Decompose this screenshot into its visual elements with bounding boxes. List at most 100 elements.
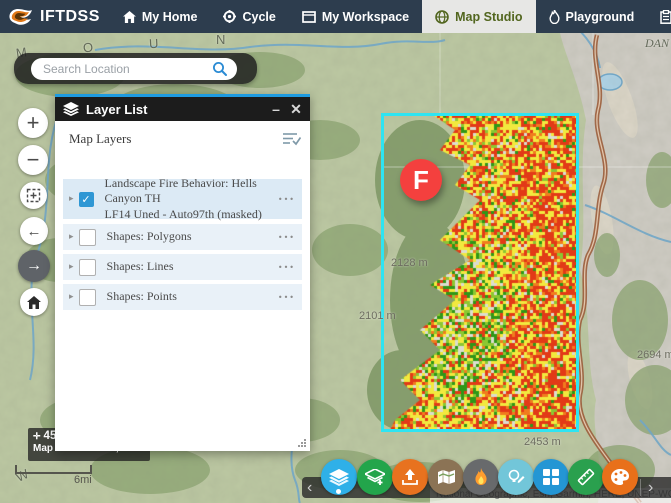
toolbar-collapse-right-icon[interactable]: ›: [648, 477, 653, 498]
nav-item-my-workspace[interactable]: My Workspace: [289, 0, 422, 33]
zoom-in-button[interactable]: +: [18, 108, 48, 138]
iftdss-map-studio: 2128 m 2101 m 2694 m 2453 m M O U N DAN …: [0, 0, 671, 503]
toolbar-collapse-left-icon[interactable]: ‹: [307, 477, 312, 498]
layer-checkbox[interactable]: [78, 258, 96, 276]
add-layers-icon: [365, 468, 385, 485]
search-location-box: [14, 53, 257, 84]
scale-bar-label: 6mi: [74, 474, 92, 486]
nav-item-cycle[interactable]: Cycle: [210, 0, 288, 33]
nav-label: Cycle: [242, 9, 276, 24]
layer-label: Landscape Fire Behavior: Hells Canyon TH…: [105, 176, 278, 223]
expand-caret-icon[interactable]: ▸: [69, 232, 74, 242]
folded-map-icon: [437, 469, 455, 484]
flame-icon: [475, 468, 487, 485]
brand-name: IFTDSS: [40, 7, 100, 25]
layer-row-shapes-lines[interactable]: ▸ Shapes: Lines •••: [63, 254, 302, 280]
measure-button[interactable]: [568, 459, 604, 495]
upload-button[interactable]: [392, 459, 428, 495]
next-extent-button[interactable]: →: [18, 250, 50, 282]
layer-row-shapes-points[interactable]: ▸ Shapes: Points •••: [63, 284, 302, 310]
layer-label: Shapes: Polygons: [106, 229, 192, 244]
nav-label: Map Studio: [455, 9, 523, 24]
search-icon[interactable]: [212, 61, 228, 77]
brand[interactable]: IFTDSS: [0, 0, 110, 33]
palette-icon: [611, 469, 629, 485]
apps-grid-button[interactable]: [533, 459, 569, 495]
cycle-icon: [223, 10, 237, 23]
search-pill: [31, 57, 237, 80]
expand-caret-icon[interactable]: ▸: [69, 194, 74, 204]
style-palette-button[interactable]: [602, 459, 638, 495]
globe-icon: [435, 9, 449, 24]
elevation-label: 2128 m: [391, 257, 428, 269]
home-extent-button[interactable]: [20, 288, 48, 316]
options-icon[interactable]: •••: [278, 233, 295, 242]
nav-label: Playground: [565, 9, 635, 24]
fire-behavior-button[interactable]: [463, 459, 499, 495]
zoom-to-box-button[interactable]: [20, 182, 47, 209]
search-input[interactable]: [41, 60, 212, 77]
layers-icon: [329, 468, 349, 486]
previous-extent-button[interactable]: ←: [20, 217, 48, 245]
zoom-box-icon: [26, 188, 41, 203]
resize-handle[interactable]: [297, 438, 307, 448]
workspace-icon: [301, 10, 316, 23]
nav-item-playground[interactable]: Playground: [536, 0, 648, 33]
iftdss-flame-logo-icon: [9, 8, 33, 25]
arrow-right-icon: →: [26, 257, 42, 274]
map-text-label: DAN: [645, 36, 669, 50]
toggle-all-layers-icon[interactable]: [283, 132, 301, 146]
layer-checkbox[interactable]: [78, 288, 96, 306]
layer-label: Shapes: Lines: [106, 259, 174, 274]
basemap-button[interactable]: [428, 459, 464, 495]
expand-caret-icon[interactable]: ▸: [69, 262, 74, 272]
close-button[interactable]: ✕: [286, 101, 306, 118]
crosshair-icon: ✛: [33, 430, 41, 441]
map-text-label: U: [148, 35, 159, 52]
upload-icon: [402, 469, 418, 485]
sketch-button[interactable]: [498, 459, 534, 495]
active-tool-indicator: [336, 489, 341, 494]
home-icon: [122, 10, 136, 23]
layer-checkbox[interactable]: ✓: [78, 191, 94, 207]
map-marker-f[interactable]: F: [400, 159, 442, 201]
elevation-label: 2694 m: [637, 349, 671, 361]
plus-icon: +: [26, 110, 40, 135]
options-icon[interactable]: •••: [278, 293, 295, 302]
expand-caret-icon[interactable]: ▸: [69, 292, 74, 302]
elevation-label: 2453 m: [524, 436, 561, 448]
clipboard-icon: [660, 9, 671, 24]
minus-icon: −: [26, 147, 40, 172]
ruler-icon: [577, 468, 595, 486]
options-icon[interactable]: •••: [278, 263, 295, 272]
layers-icon: [63, 102, 79, 116]
nav-label: My Home: [141, 9, 198, 24]
map-text-label: N: [216, 32, 226, 47]
nav-item-my-home[interactable]: My Home: [110, 0, 211, 33]
top-nav: IFTDSS My Home Cycle My Workspace Map St…: [0, 0, 671, 33]
home-icon: [27, 295, 41, 309]
layer-label-line2: LF14 Uned - Auto97th (masked): [104, 206, 262, 221]
options-icon[interactable]: •••: [278, 195, 295, 204]
minimize-button[interactable]: –: [266, 101, 286, 117]
bulb-pencil-icon: [508, 469, 525, 483]
zoom-out-button[interactable]: −: [18, 145, 48, 175]
nav-item-ftem[interactable]: FTEM: [647, 0, 671, 33]
flame-icon: [548, 9, 560, 24]
nav-item-map-studio[interactable]: Map Studio: [422, 0, 536, 33]
add-layers-button[interactable]: [357, 459, 393, 495]
arrow-left-icon: ←: [26, 222, 42, 240]
panel-header[interactable]: Layer List – ✕: [55, 97, 310, 121]
nav-label: My Workspace: [321, 9, 410, 24]
panel-body: Map Layers ▸ ✓ Landscape Fire Behavior: …: [55, 121, 310, 451]
panel-title: Layer List: [86, 101, 148, 117]
layer-list-panel: Layer List – ✕ Map Layers ▸ ✓ Landscape …: [55, 94, 310, 451]
layer-row-shapes-polygons[interactable]: ▸ Shapes: Polygons •••: [63, 224, 302, 250]
layer-checkbox[interactable]: [78, 228, 96, 246]
layer-label-line1: Landscape Fire Behavior: Hells Canyon TH: [104, 175, 257, 206]
map-layers-heading: Map Layers: [69, 131, 132, 146]
elevation-label: 2101 m: [359, 310, 396, 322]
layer-row-landscape-fire-behavior[interactable]: ▸ ✓ Landscape Fire Behavior: Hells Canyo…: [63, 176, 302, 221]
grid-icon: [543, 469, 559, 485]
toolbar-divider: [640, 479, 641, 496]
